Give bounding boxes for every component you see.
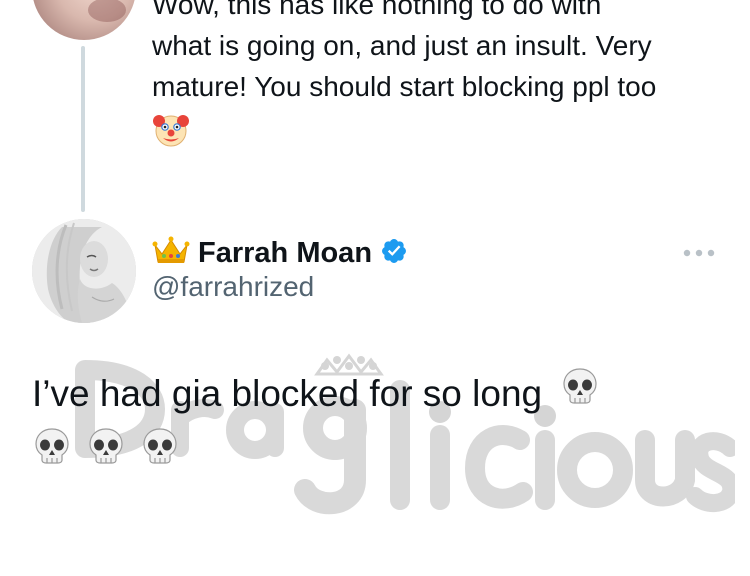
previous-tweet-line-cut: Wow, this has like nothing to do with: [152, 0, 602, 20]
skull-icon: [32, 425, 72, 483]
clown-face-icon: [152, 111, 190, 160]
author-name-row[interactable]: Farrah Moan: [152, 233, 408, 273]
author-avatar[interactable]: [32, 219, 136, 323]
previous-tweet-text: Wow, this has like nothing to do with wh…: [152, 0, 732, 160]
skull-icon: [140, 425, 180, 483]
crown-icon: [152, 236, 190, 271]
skull-icon: [86, 425, 126, 483]
more-options-icon[interactable]: [682, 246, 716, 264]
previous-tweet-line-2: mature! You should start blocking ppl to…: [152, 71, 657, 102]
previous-tweet-line-1: what is going on, and just an insult. Ve…: [152, 30, 652, 61]
thread-connector-line: [81, 46, 85, 212]
tweet-body: I’ve had gia blocked for so long: [32, 365, 722, 483]
author-handle[interactable]: @farrahrized: [152, 271, 314, 303]
author-display-name: Farrah Moan: [198, 236, 373, 269]
skull-icon: [560, 365, 600, 423]
tweet-text: I’ve had gia blocked for so long: [32, 373, 543, 414]
verified-badge-icon: [380, 237, 408, 270]
previous-author-avatar[interactable]: [32, 0, 136, 40]
